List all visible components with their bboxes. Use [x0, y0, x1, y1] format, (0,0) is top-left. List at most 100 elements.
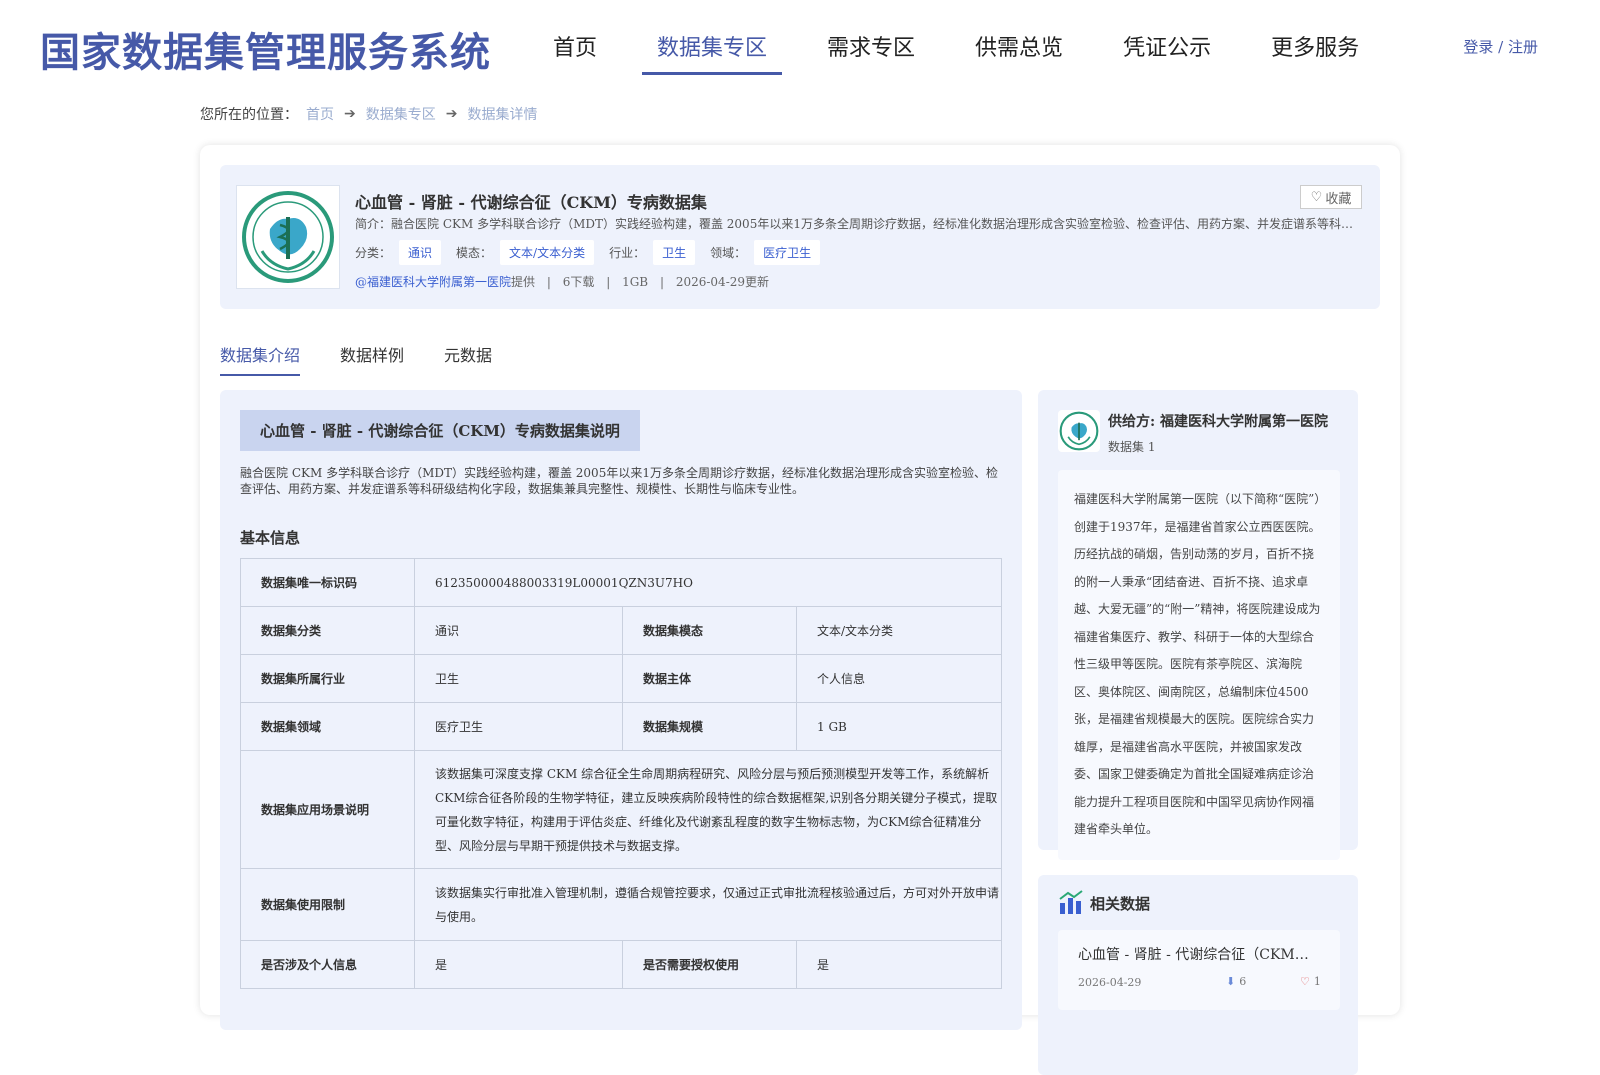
tag-label-category: 分类： — [355, 246, 392, 260]
description-panel: 心血管 - 肾脏 - 代谢综合征（CKM）专病数据集说明 融合医院 CKM 多学… — [220, 390, 1022, 1030]
tag-modality[interactable]: 文本/文本分类 — [500, 240, 595, 265]
info-value: 612350000488003319L00001QZN3U7HO — [414, 558, 1002, 607]
info-value: 是 — [414, 940, 623, 989]
breadcrumb-datasets[interactable]: 数据集专区 — [366, 104, 436, 124]
info-value: 1 GB — [796, 702, 1002, 751]
dataset-title: 心血管 - 肾脏 - 代谢综合征（CKM）专病数据集 — [355, 193, 707, 212]
table-row: 数据集唯一标识码 612350000488003319L00001QZN3U7H… — [240, 558, 1002, 607]
related-item-date: 2026-04-29 — [1078, 976, 1142, 989]
arrow-right-icon: ➔ — [445, 106, 458, 122]
separator: | — [606, 275, 611, 289]
info-key: 是否涉及个人信息 — [240, 940, 415, 989]
dataset-header: 心血管 - 肾脏 - 代谢综合征（CKM）专病数据集 ♡ 收藏 简介：融合医院 … — [220, 165, 1380, 309]
info-key: 数据集使用限制 — [240, 868, 415, 941]
nav-item-certificates[interactable]: 凭证公示 — [1108, 26, 1226, 75]
table-row: 数据集分类 通识 数据集模态 文本/文本分类 — [240, 606, 1002, 655]
supplier-dataset-count: 数据集 1 — [1108, 440, 1156, 454]
tab-metadata[interactable]: 元数据 — [444, 342, 492, 376]
related-item-download-count: 6 — [1239, 975, 1247, 988]
nav-item-more[interactable]: 更多服务 — [1256, 26, 1374, 75]
info-key: 是否需要授权使用 — [622, 940, 797, 989]
description-title: 心血管 - 肾脏 - 代谢综合征（CKM）专病数据集说明 — [240, 410, 640, 451]
table-row: 是否涉及个人信息 是 是否需要授权使用 是 — [240, 940, 1002, 989]
table-row: 数据集领域 医疗卫生 数据集规模 1 GB — [240, 702, 1002, 751]
tag-label-industry: 行业： — [609, 246, 646, 260]
nav-item-home[interactable]: 首页 — [553, 26, 612, 75]
supplier-description: 福建医科大学附属第一医院（以下简称“医院”）创建于1937年，是福建省首家公立西… — [1058, 470, 1340, 860]
login-register-link[interactable]: 登录 / 注册 — [1463, 36, 1538, 57]
updated-date: 2026-04-29更新 — [675, 275, 770, 289]
table-row: 数据集应用场景说明 该数据集可深度支撑 CKM 综合征全生命周期病程研究、风险分… — [240, 750, 1002, 869]
app-title[interactable]: 国家数据集管理服务系统 — [40, 20, 491, 78]
nav-item-datasets[interactable]: 数据集专区 — [642, 26, 783, 75]
related-panel: 相关数据 心血管 - 肾脏 - 代谢综合征（CKM）专病数据集 2026-04-… — [1038, 875, 1358, 1075]
info-value: 是 — [796, 940, 1002, 989]
provider-line: @福建医科大学附属第一医院提供 | 6下载 | 1GB | 2026-04-29… — [355, 273, 769, 290]
info-key: 数据主体 — [622, 654, 797, 703]
info-value: 该数据集实行审批准入管理机制，遵循合规管控要求，仅通过正式审批流程核验通过后，方… — [414, 868, 1002, 941]
info-value: 个人信息 — [796, 654, 1002, 703]
supplier-name[interactable]: 供给方: 福建医科大学附属第一医院 — [1108, 411, 1328, 431]
detail-tabs: 数据集介绍 数据样例 元数据 — [220, 342, 532, 376]
basic-info-title: 基本信息 — [240, 529, 301, 547]
separator: | — [546, 275, 551, 289]
breadcrumb-current: 数据集详情 — [467, 107, 538, 123]
dataset-card: 心血管 - 肾脏 - 代谢综合征（CKM）专病数据集 ♡ 收藏 简介：融合医院 … — [200, 145, 1400, 1075]
download-count: 6下载 — [562, 275, 595, 289]
arrow-right-icon: ➔ — [344, 106, 356, 122]
description-text: 融合医院 CKM 多学科联合诊疗（MDT）实践经验构建，覆盖 2005年以来1万… — [240, 466, 998, 496]
info-key: 数据集所属行业 — [240, 654, 415, 703]
dataset-intro: 简介：融合医院 CKM 多学科联合诊疗（MDT）实践经验构建，覆盖 2005年以… — [355, 217, 1360, 231]
info-value: 通识 — [414, 606, 623, 655]
tag-category[interactable]: 通识 — [399, 240, 442, 265]
favorite-label: 收藏 — [1325, 191, 1352, 207]
separator: | — [659, 275, 664, 289]
info-key: 数据集分类 — [240, 606, 415, 655]
related-item-downloads: ⬇ 6 — [1226, 975, 1246, 988]
info-key: 数据集唯一标识码 — [240, 558, 415, 607]
info-value: 卫生 — [414, 654, 623, 703]
tag-industry[interactable]: 卫生 — [653, 240, 696, 265]
breadcrumb-prefix: 您所在的位置： — [200, 107, 298, 123]
favorite-button[interactable]: ♡ 收藏 — [1300, 185, 1362, 209]
related-title: 相关数据 — [1090, 895, 1151, 913]
info-value: 该数据集可深度支撑 CKM 综合征全生命周期病程研究、风险分层与预后预测模型开发… — [414, 750, 1002, 869]
table-row: 数据集使用限制 该数据集实行审批准入管理机制，遵循合规管控要求，仅通过正式审批流… — [240, 868, 1002, 941]
related-item-name[interactable]: 心血管 - 肾脏 - 代谢综合征（CKM）专病数据集 — [1078, 944, 1318, 964]
breadcrumb: 您所在的位置： 首页 ➔ 数据集专区 ➔ 数据集详情 — [200, 104, 537, 124]
heart-icon: ♡ — [1310, 189, 1323, 205]
provider-suffix: 提供 — [511, 275, 536, 289]
top-bar: 国家数据集管理服务系统 首页 数据集专区 需求专区 供需总览 凭证公示 更多服务… — [0, 0, 1600, 80]
info-key: 数据集领域 — [240, 702, 415, 751]
heart-icon: ♡ — [1300, 975, 1310, 988]
tag-label-domain: 领域： — [710, 246, 747, 260]
hospital-logo — [236, 185, 340, 289]
info-key: 数据集应用场景说明 — [240, 750, 415, 869]
bar-chart-icon — [1059, 890, 1083, 914]
info-key: 数据集模态 — [622, 606, 797, 655]
breadcrumb-home[interactable]: 首页 — [306, 104, 334, 124]
dataset-size: 1GB — [622, 275, 649, 289]
supplier-panel: 供给方: 福建医科大学附属第一医院 数据集 1 福建医科大学附属第一医院（以下简… — [1038, 390, 1358, 860]
table-row: 数据集所属行业 卫生 数据主体 个人信息 — [240, 654, 1002, 703]
info-table: 数据集唯一标识码 612350000488003319L00001QZN3U7H… — [240, 558, 1002, 989]
related-item-likes: ♡ 1 — [1300, 975, 1321, 988]
dataset-tags: 分类： 通识 模态： 文本/文本分类 行业： 卫生 领域： 医疗卫生 — [355, 240, 835, 265]
main-nav: 首页 数据集专区 需求专区 供需总览 凭证公示 更多服务 — [553, 26, 1404, 75]
tab-intro[interactable]: 数据集介绍 — [220, 342, 301, 376]
download-icon: ⬇ — [1226, 975, 1236, 988]
provider-link[interactable]: @福建医科大学附属第一医院 — [355, 275, 511, 289]
tag-domain[interactable]: 医疗卫生 — [754, 240, 821, 265]
info-key: 数据集规模 — [622, 702, 797, 751]
related-item[interactable]: 心血管 - 肾脏 - 代谢综合征（CKM）专病数据集 2026-04-29 ⬇ … — [1058, 930, 1340, 1010]
hospital-emblem-icon — [242, 191, 334, 283]
info-value: 医疗卫生 — [414, 702, 623, 751]
info-value: 文本/文本分类 — [796, 606, 1002, 655]
nav-item-demand[interactable]: 需求专区 — [812, 26, 930, 75]
related-item-like-count: 1 — [1313, 975, 1321, 988]
supplier-logo — [1058, 410, 1100, 452]
tab-samples[interactable]: 数据样例 — [340, 342, 404, 376]
tag-label-modality: 模态： — [456, 246, 493, 260]
nav-item-overview[interactable]: 供需总览 — [960, 26, 1078, 75]
hospital-emblem-icon — [1059, 411, 1099, 451]
